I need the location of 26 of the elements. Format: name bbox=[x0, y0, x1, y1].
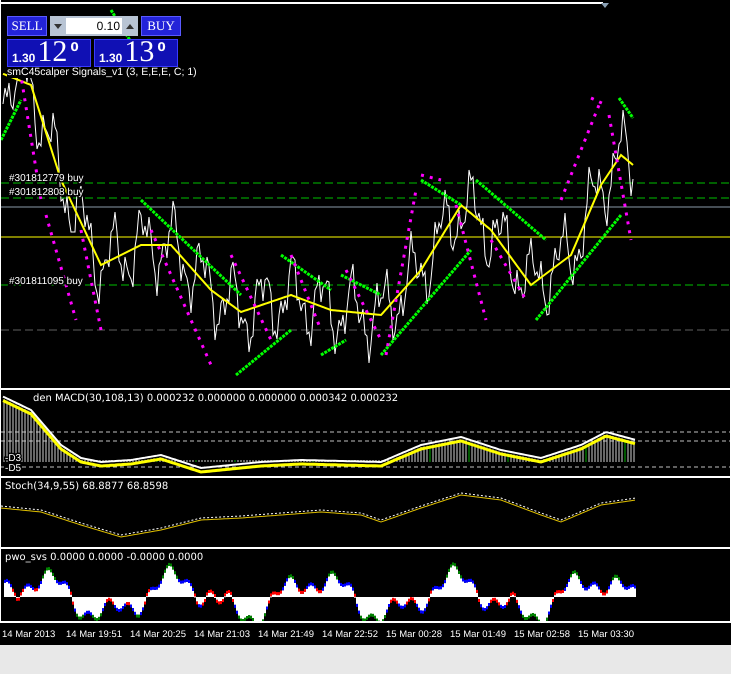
indicator-label: Stoch(34,9,55) 68.8877 68.8598 bbox=[5, 481, 168, 492]
level-label: -D5 bbox=[5, 463, 22, 474]
price-prefix: 1.30 bbox=[12, 50, 36, 66]
time-label: 15 Mar 01:49 bbox=[450, 628, 507, 640]
indicator-label: den MACD(30,108,13) 0.000232 0.000000 0.000000 0.000342 0.000232 bbox=[33, 393, 398, 404]
time-label: 14 Mar 21:03 bbox=[194, 628, 251, 640]
price-fraction: 0 bbox=[70, 40, 79, 54]
time-label: 14 Mar 20:25 bbox=[130, 628, 187, 640]
shift-marker-icon bbox=[601, 3, 609, 8]
time-label: 14 Mar 22:52 bbox=[322, 628, 379, 640]
time-label: 14 Mar 2013 bbox=[2, 628, 56, 640]
time-label: 15 Mar 00:28 bbox=[386, 628, 443, 640]
time-label: 15 Mar 02:58 bbox=[514, 628, 571, 640]
indicator-label: pwo_svs 0.0000 0.0000 -0.0000 0.0000 bbox=[5, 552, 204, 563]
time-label: 15 Mar 03:30 bbox=[578, 628, 635, 640]
sell-button[interactable]: SELL bbox=[7, 16, 47, 36]
indicator-label: smC45calper Signals_v1 (3, E,E,E, C; 1) bbox=[7, 66, 197, 78]
price-fraction: 0 bbox=[157, 40, 166, 54]
price-pips: 13 bbox=[124, 38, 154, 66]
time-label: 14 Mar 19:51 bbox=[66, 628, 123, 640]
lot-size-field[interactable]: 0.10 bbox=[50, 16, 138, 36]
price-prefix: 1.30 bbox=[99, 50, 122, 66]
order-label: #301811095 buy bbox=[9, 276, 83, 287]
price-pips: 12 bbox=[37, 38, 68, 66]
buy-button[interactable]: BUY bbox=[141, 16, 181, 36]
time-label: 14 Mar 21:49 bbox=[258, 628, 315, 640]
